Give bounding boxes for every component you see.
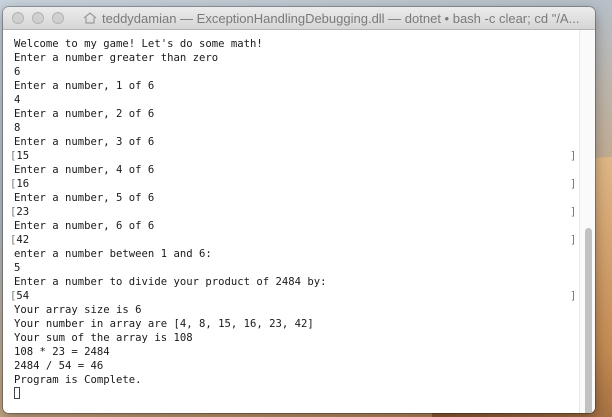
mark-bracket-right: ] (570, 150, 577, 162)
terminal-line-text: 5 (14, 262, 21, 274)
terminal-line-text: Enter a number, 2 of 6 (14, 108, 155, 120)
terminal-line: Enter a number, 3 of 6 (14, 135, 595, 149)
terminal-line-text: Enter a number to divide your product of… (14, 276, 327, 288)
terminal-line: Enter a number, 1 of 6 (14, 79, 595, 93)
zoom-dot-icon[interactable] (52, 12, 64, 24)
terminal-line: Welcome to my game! Let's do some math! (14, 37, 595, 51)
terminal-line-text: 8 (14, 122, 21, 134)
terminal-line: 5 (14, 261, 595, 275)
terminal-line-text: 16 (16, 178, 30, 190)
terminal-line-text: 54 (16, 290, 30, 302)
scrollbar-thumb[interactable] (585, 228, 592, 413)
terminal-line-text: Welcome to my game! Let's do some math! (14, 38, 263, 50)
terminal-line-text: 2484 / 54 = 46 (14, 360, 104, 372)
terminal-line-text: 108 * 23 = 2484 (14, 346, 110, 358)
terminal-line-text: 6 (14, 66, 21, 78)
terminal-line: Your sum of the array is 108 (14, 331, 595, 345)
close-dot-icon[interactable] (12, 12, 24, 24)
terminal-line-text: Enter a number, 6 of 6 (14, 220, 155, 232)
terminal-line-text: Program is Complete. (14, 374, 142, 386)
terminal-line: Enter a number to divide your product of… (14, 275, 595, 289)
prompt-line[interactable] (14, 387, 595, 401)
mark-bracket-right: ] (570, 178, 577, 190)
window-controls (12, 12, 64, 24)
terminal-line-text: 23 (16, 206, 30, 218)
terminal-line-text: 42 (16, 234, 30, 246)
terminal-line: [15] (10, 149, 595, 163)
terminal-line: [16] (10, 177, 595, 191)
minimize-dot-icon[interactable] (32, 12, 44, 24)
mark-bracket-right: ] (570, 206, 577, 218)
vertical-scrollbar[interactable] (579, 30, 595, 413)
home-icon (83, 12, 97, 24)
terminal-output[interactable]: Welcome to my game! Let's do some math! E… (3, 30, 595, 413)
terminal-line: 2484 / 54 = 46 (14, 359, 595, 373)
window-title: teddydamian — ExceptionHandlingDebugging… (83, 7, 587, 29)
terminal-line-text: 4 (14, 94, 21, 106)
terminal-line-text: Your array size is 6 (14, 304, 142, 316)
terminal-line: Your array size is 6 (14, 303, 595, 317)
title-bar[interactable]: teddydamian — ExceptionHandlingDebugging… (3, 7, 595, 30)
terminal-line: Enter a number greater than zero (14, 51, 595, 65)
terminal-line: [54] (10, 289, 595, 303)
window-title-text: teddydamian — ExceptionHandlingDebugging… (102, 10, 580, 26)
terminal-line-text: Enter a number, 3 of 6 (14, 136, 155, 148)
terminal-line-text: Enter a number greater than zero (14, 52, 219, 64)
terminal-window: teddydamian — ExceptionHandlingDebugging… (3, 7, 595, 413)
terminal-line-text: Enter a number, 5 of 6 (14, 192, 155, 204)
terminal-line-text: enter a number between 1 and 6: (14, 248, 212, 260)
mark-bracket-right: ] (570, 234, 577, 246)
terminal-line: 108 * 23 = 2484 (14, 345, 595, 359)
terminal-line: 4 (14, 93, 595, 107)
terminal-line: Enter a number, 2 of 6 (14, 107, 595, 121)
terminal-line: [42] (10, 233, 595, 247)
terminal-line: enter a number between 1 and 6: (14, 247, 595, 261)
terminal-line-text: Enter a number, 1 of 6 (14, 80, 155, 92)
text-cursor (14, 387, 20, 399)
terminal-line: Your number in array are [4, 8, 15, 16, … (14, 317, 595, 331)
terminal-line-text: Your number in array are [4, 8, 15, 16, … (14, 318, 314, 330)
terminal-line: 8 (14, 121, 595, 135)
terminal-line: [23] (10, 205, 595, 219)
terminal-line-text: 15 (16, 150, 30, 162)
terminal-line: Program is Complete. (14, 373, 595, 387)
terminal-line: Enter a number, 4 of 6 (14, 163, 595, 177)
terminal-line: 6 (14, 65, 595, 79)
terminal-line: Enter a number, 6 of 6 (14, 219, 595, 233)
mark-bracket-right: ] (570, 290, 577, 302)
terminal-line-text: Enter a number, 4 of 6 (14, 164, 155, 176)
terminal-line-text: Your sum of the array is 108 (14, 332, 193, 344)
terminal-line: Enter a number, 5 of 6 (14, 191, 595, 205)
